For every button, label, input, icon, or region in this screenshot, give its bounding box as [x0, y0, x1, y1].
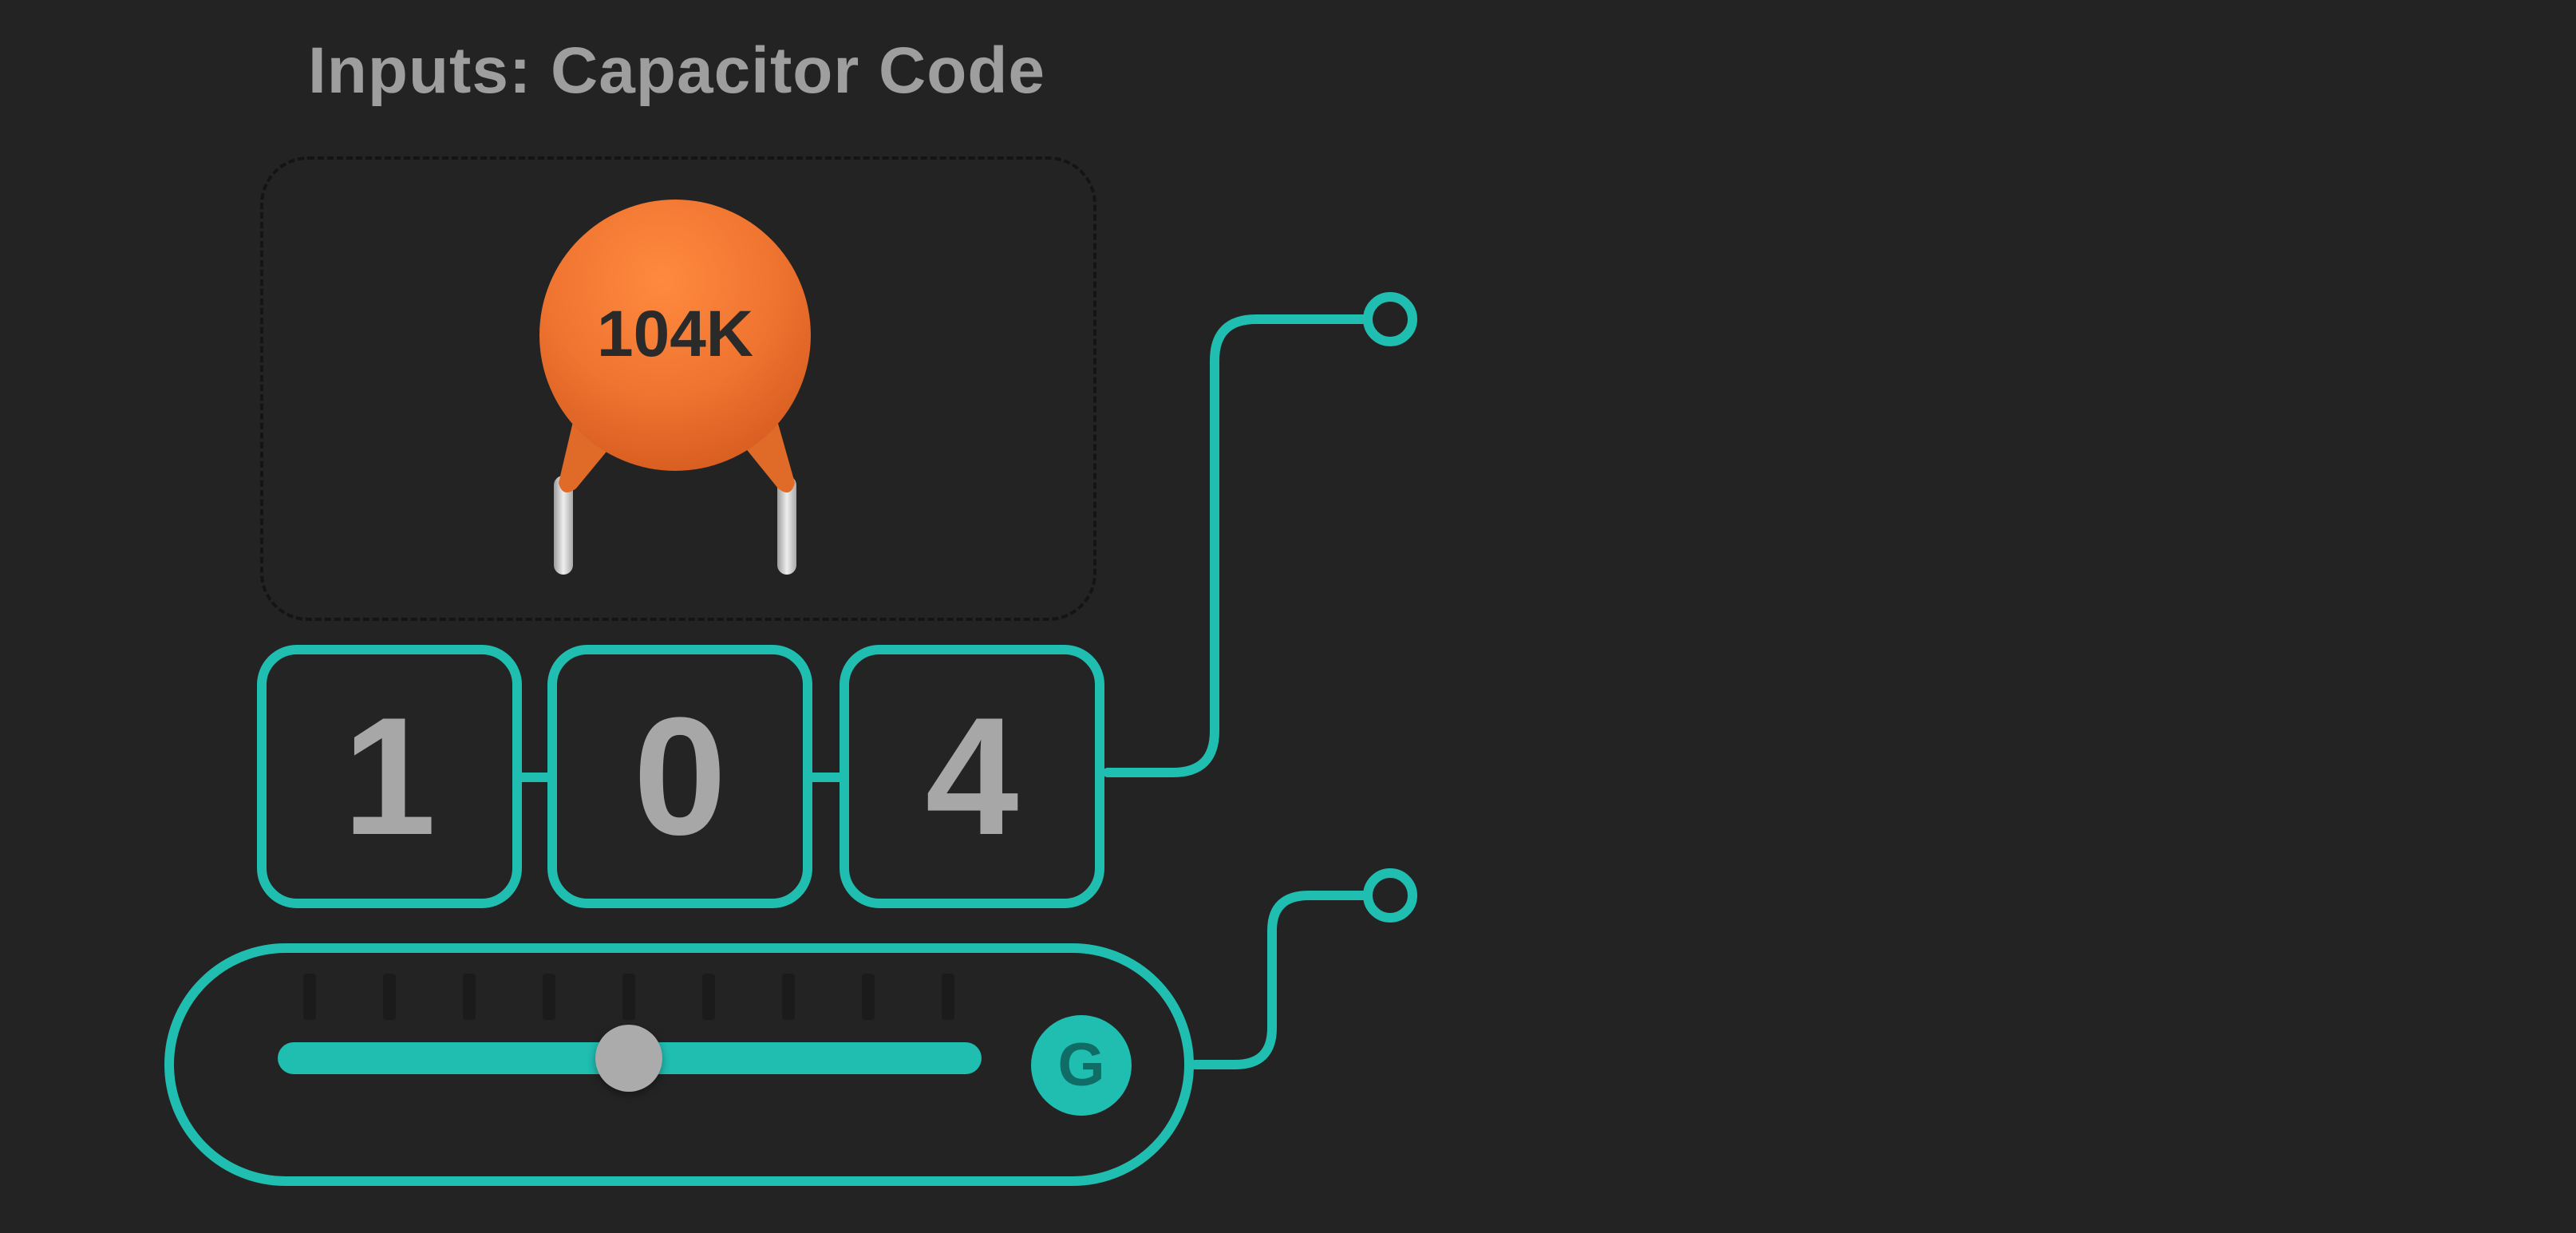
digit-output-port — [1363, 292, 1417, 346]
digit-connector-1 — [522, 773, 551, 782]
slider-tick — [622, 974, 635, 1020]
slider-output-port — [1363, 868, 1417, 923]
slider-thumb[interactable] — [595, 1025, 662, 1092]
gain-button[interactable]: G — [1031, 1015, 1132, 1116]
slider-tick — [383, 974, 396, 1020]
capacitor-code-label: 104K — [597, 298, 753, 370]
digit-input-first[interactable]: 1 — [257, 645, 522, 908]
slider-tick — [463, 974, 476, 1020]
slider-tick — [942, 974, 954, 1020]
slider-tick — [702, 974, 715, 1020]
digit-route-line — [1103, 314, 1374, 777]
digit-second-value: 0 — [633, 682, 727, 870]
gain-button-label: G — [1057, 1031, 1105, 1099]
digit-first-value: 1 — [342, 682, 437, 870]
digit-input-third[interactable]: 4 — [840, 645, 1104, 908]
slider-route-line — [1191, 891, 1374, 1069]
digit-input-second[interactable]: 0 — [547, 645, 812, 908]
slider-tick — [862, 974, 875, 1020]
slider-tick — [782, 974, 795, 1020]
slider-tick — [303, 974, 316, 1020]
digit-third-value: 4 — [925, 682, 1019, 870]
digit-connector-2 — [812, 773, 841, 782]
slider-tick — [543, 974, 555, 1020]
capacitor-code-input-stage: Inputs: Capacitor Code 104K 1 0 4 G — [0, 0, 2576, 1233]
